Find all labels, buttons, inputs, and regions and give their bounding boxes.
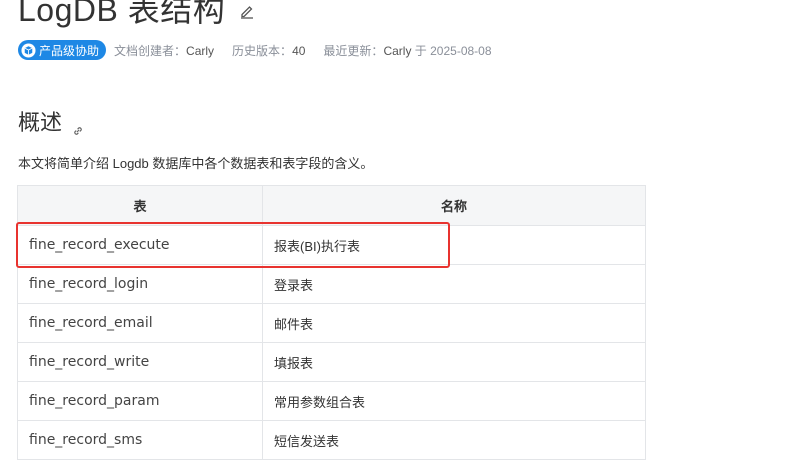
table-row: fine_record_write 填报表 [17, 342, 646, 382]
link-icon[interactable] [72, 117, 84, 135]
table-desc-cell: 短信发送表 [262, 420, 646, 460]
table-name-cell: fine_record_login [17, 264, 263, 304]
updated-info: 最近更新：Carly 于 2025-08-08 [323, 42, 491, 59]
table-header-row: 表 名称 [17, 185, 646, 226]
cube-icon [21, 42, 36, 58]
table-name-cell: fine_record_param [17, 381, 263, 421]
table-name-cell: fine_record_email [17, 303, 263, 343]
intro-text: 本文将简单介绍 Logdb 数据库中各个数据表和表字段的含义。 [18, 156, 374, 171]
table-name-cell: fine_record_execute [17, 225, 263, 265]
table-name-cell: fine_record_sms [17, 420, 263, 460]
column-header: 名称 [262, 185, 646, 226]
doc-meta: 产品级协助 文档创建者：Carly 历史版本：40 最近更新：Carly 于 2… [18, 39, 510, 61]
edit-icon[interactable] [239, 3, 255, 19]
table-desc-cell: 常用参数组合表 [262, 381, 646, 421]
column-header: 表 [17, 185, 263, 226]
section-heading: 概述 [18, 104, 84, 138]
history-label: 历史版本： [232, 43, 293, 58]
history-value[interactable]: 40 [292, 44, 305, 58]
section-title: 概述 [18, 110, 63, 135]
page-title: LogDB 表结构 [18, 0, 255, 30]
schema-table: 表 名称 fine_record_execute 报表(BI)执行表 fine_… [17, 185, 646, 460]
table-desc-cell: 报表(BI)执行表 [262, 225, 646, 265]
creator-info: 文档创建者：Carly [114, 42, 214, 59]
updated-user[interactable]: Carly [383, 44, 411, 58]
updated-label: 最近更新： [323, 43, 384, 58]
table-name-cell: fine_record_write [17, 342, 263, 382]
updated-date: 于 2025-08-08 [414, 43, 492, 58]
table-desc-cell: 登录表 [262, 264, 646, 304]
product-badge[interactable]: 产品级协助 [18, 40, 107, 60]
table-desc-cell: 邮件表 [262, 303, 646, 343]
table-row: fine_record_execute 报表(BI)执行表 [17, 225, 646, 265]
creator-value[interactable]: Carly [186, 44, 214, 58]
page-title-text: LogDB 表结构 [18, 0, 226, 28]
history-info: 历史版本：40 [232, 42, 305, 59]
table-desc-cell: 填报表 [262, 342, 646, 382]
table-row: fine_record_login 登录表 [17, 264, 646, 304]
badge-label: 产品级协助 [39, 43, 100, 58]
table-row: fine_record_email 邮件表 [17, 303, 646, 343]
creator-label: 文档创建者： [114, 43, 187, 58]
table-row: fine_record_sms 短信发送表 [17, 420, 646, 460]
table-row: fine_record_param 常用参数组合表 [17, 381, 646, 421]
